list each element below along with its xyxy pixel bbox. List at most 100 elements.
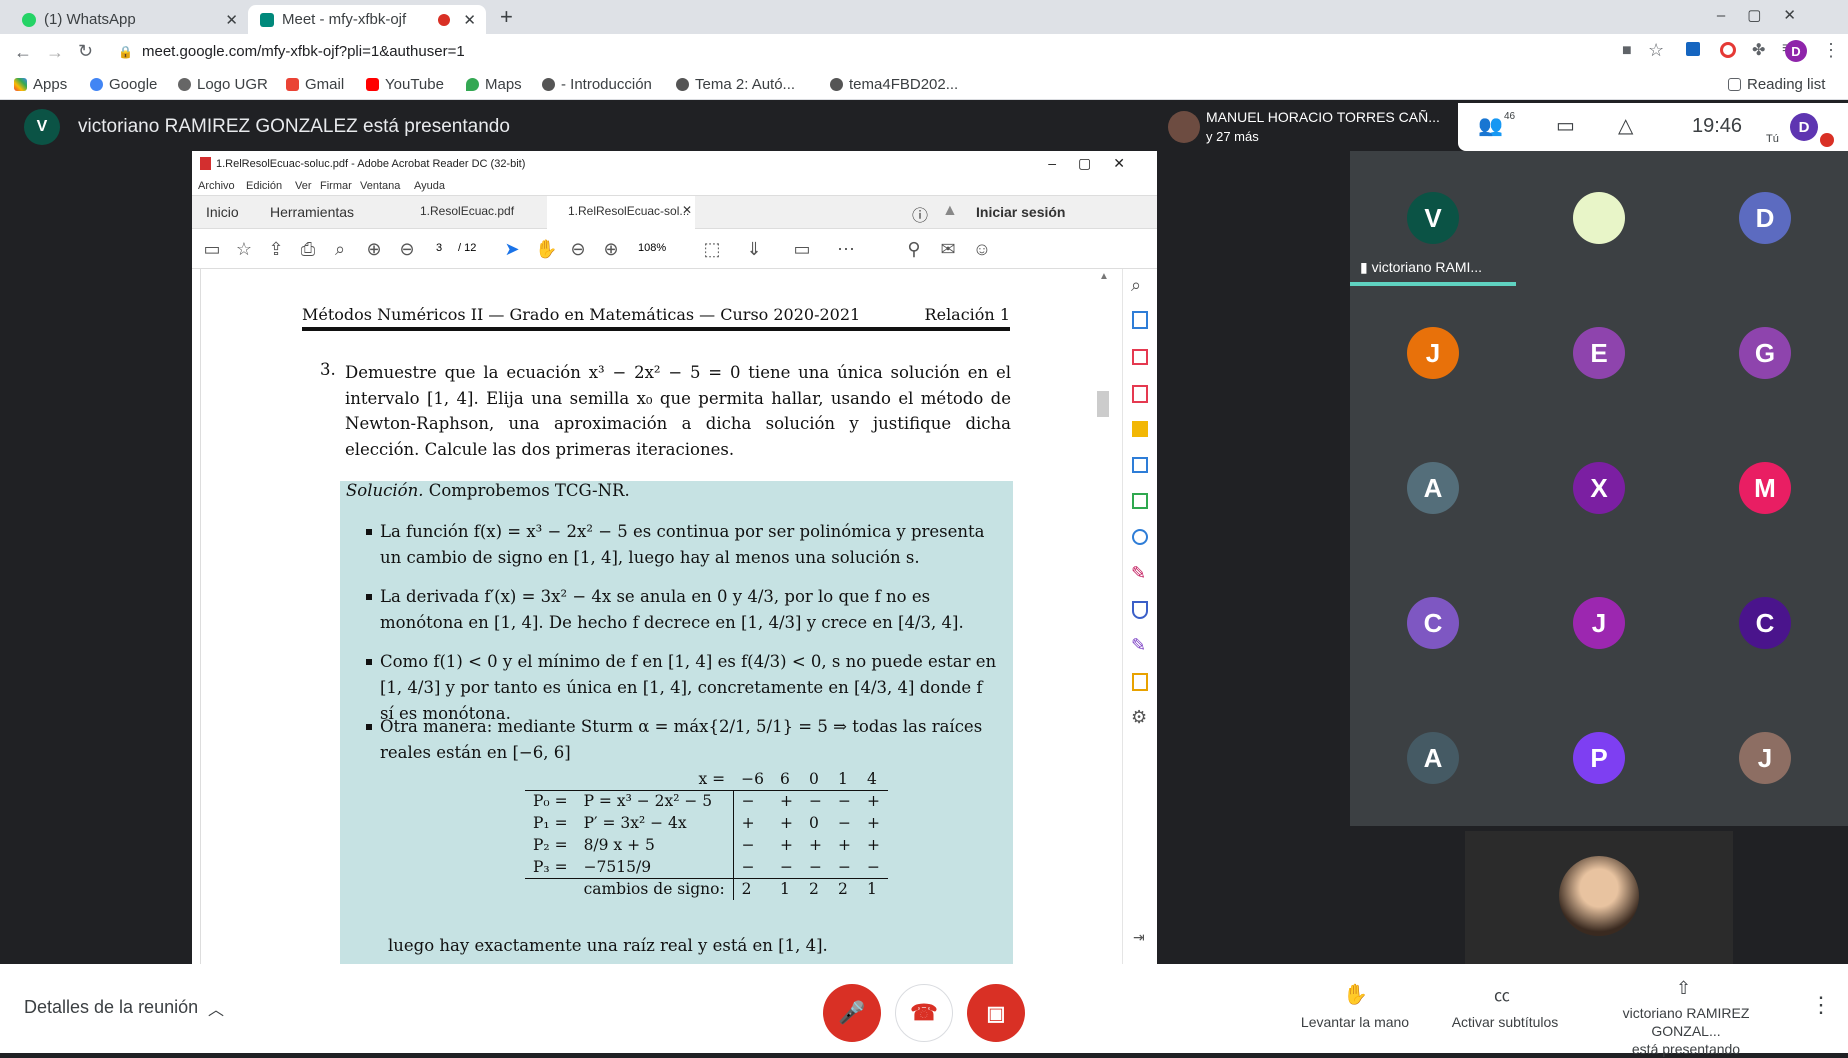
window-controls[interactable]: –▢✕ [1048,155,1147,172]
bookmark-tema4[interactable]: tema4FBD202... [830,76,958,93]
bookmark-youtube[interactable]: YouTube [366,76,444,93]
page-input[interactable]: 3 [436,242,442,254]
collapse-panel-icon[interactable]: ⇥ [1133,929,1145,946]
tools-icon[interactable]: ⚙ [1131,707,1147,728]
tab-whatsapp[interactable]: (1) WhatsApp ✕ [10,5,248,34]
reading-list[interactable]: Reading list [1728,76,1825,93]
menu-icon[interactable]: ⋮ [1822,40,1840,61]
participant-tile[interactable] [1516,151,1682,286]
create-pdf-icon[interactable] [1132,311,1148,329]
send-for-sign-icon[interactable] [1132,673,1148,691]
extension-icon[interactable] [1686,42,1700,56]
zoom-search-icon[interactable]: ⌕ [330,239,350,259]
raise-hand-label[interactable]: Levantar la mano [1290,1014,1420,1030]
bookmark-logo-ugr[interactable]: Logo UGR [178,76,268,93]
reload-icon[interactable]: ↻ [78,41,93,62]
people-icon[interactable]: 👥 [1478,113,1503,138]
tab-inicio[interactable]: Inicio [206,204,239,220]
scroll-up-icon[interactable]: ▲ [1099,271,1109,282]
participant-tile[interactable]: M [1682,421,1848,556]
tab-relresolecuac[interactable]: 1.RelResolEcuac-sol... [568,204,689,218]
bell-icon[interactable]: ▲ [942,202,958,220]
upload-icon[interactable]: ⇪ [266,239,286,259]
menu-firmar[interactable]: Firmar [320,180,352,192]
hangup-button[interactable]: ☎ [895,984,953,1042]
participant-tile[interactable]: E [1516,286,1682,421]
combine-icon[interactable] [1132,457,1148,473]
window-controls[interactable]: –▢✕ [1717,6,1818,24]
scrollbar-thumb[interactable] [1097,391,1109,417]
bookmark-maps[interactable]: Maps [466,76,522,93]
print-icon[interactable]: ⎙ [298,239,318,259]
organize-icon[interactable] [1132,349,1148,365]
tab-resolecuac[interactable]: 1.ResolEcuac.pdf [420,204,514,218]
participant-tile[interactable]: C [1682,556,1848,691]
tab-meet[interactable]: Meet - mfy-xfbk-ojf ✕ [248,5,486,34]
url-text[interactable]: meet.google.com/mfy-xfbk-ojf?pli=1&authu… [142,43,465,60]
zoom-tool-icon[interactable]: ⌕ [1131,275,1141,296]
mail-icon[interactable]: ✉ [938,239,958,259]
captions-icon[interactable]: ㏄ [1494,982,1510,1006]
bookmark-tema2[interactable]: Tema 2: Autó... [676,76,795,93]
menu-ayuda[interactable]: Ayuda [414,180,445,192]
participant-tile[interactable]: J [1350,286,1516,421]
zoom-out-icon[interactable]: ⊖ [568,239,588,259]
participant-tile[interactable]: D [1682,151,1848,286]
compress-icon[interactable] [1132,493,1148,509]
sign-icon[interactable]: ✎ [1131,635,1146,656]
close-icon[interactable]: ✕ [225,11,238,29]
zoom-in-icon[interactable]: ⊕ [601,239,621,259]
export-pdf-icon[interactable] [1132,385,1148,403]
close-icon[interactable]: ✕ [463,11,476,29]
comment-icon[interactable]: ▭ [792,239,812,259]
bookmark-apps[interactable]: Apps [14,76,67,93]
camera-icon[interactable]: ■ [1622,42,1632,60]
link-icon[interactable]: ⚲ [904,239,924,259]
opera-icon[interactable] [1720,42,1736,58]
share-user-icon[interactable]: ☺ [972,239,992,259]
self-video-tile[interactable] [1465,831,1733,964]
bookmark-introduccion[interactable]: - Introducción [542,76,652,93]
participant-tile[interactable]: P [1516,691,1682,826]
participant-tile[interactable]: J [1516,556,1682,691]
page-down-icon[interactable]: ⊖ [397,239,417,259]
profile-avatar[interactable]: D [1785,40,1807,62]
camera-off-button[interactable]: ▣ [967,984,1025,1042]
fill-sign-icon[interactable]: ✎ [1131,563,1146,584]
fit-page-icon[interactable]: ⬚ [702,239,722,259]
zoom-select[interactable]: 108% [638,242,666,254]
activities-icon[interactable]: △ [1618,113,1633,138]
menu-ver[interactable]: Ver [295,180,312,192]
bookmark-gmail[interactable]: Gmail [286,76,344,93]
scan-icon[interactable] [1132,529,1148,545]
close-icon[interactable]: ✕ [682,203,692,217]
more-options-icon[interactable]: ⋮ [1810,992,1832,1018]
tab-herramientas[interactable]: Herramientas [270,204,354,220]
forward-icon[interactable]: → [46,42,64,63]
page-up-icon[interactable]: ⊕ [364,239,384,259]
back-icon[interactable]: ← [14,42,32,63]
signin-button[interactable]: Iniciar sesión [976,204,1065,220]
participant-tile[interactable]: G [1682,286,1848,421]
participant-tile[interactable]: A [1350,691,1516,826]
participant-tile[interactable]: J [1682,691,1848,826]
hand-icon[interactable]: ✋ [535,239,557,259]
self-avatar[interactable]: D [1790,113,1818,141]
menu-ventana[interactable]: Ventana [360,180,400,192]
participant-tile[interactable]: A [1350,421,1516,556]
protect-icon[interactable] [1132,601,1148,619]
participant-tile[interactable]: V ▮ victoriano RAMI... [1350,151,1516,286]
chevron-up-icon[interactable]: ︿ [208,996,224,1020]
save-icon[interactable]: ▭ [202,239,222,259]
new-tab-icon[interactable]: + [500,4,513,30]
presenting-label[interactable]: victoriano RAMIREZ GONZAL... está present… [1588,1004,1784,1058]
raise-hand-icon[interactable]: ✋ [1343,982,1368,1007]
star-icon[interactable]: ☆ [234,239,254,259]
select-icon[interactable]: ➤ [502,239,522,259]
help-icon[interactable]: ⓘ [912,202,928,226]
present-icon[interactable]: ⇧ [1676,978,1691,999]
chat-icon[interactable]: ▭ [1556,113,1575,138]
participant-tile[interactable]: C [1350,556,1516,691]
scroll-mode-icon[interactable]: ⇓ [744,239,764,259]
menu-archivo[interactable]: Archivo [198,180,235,192]
